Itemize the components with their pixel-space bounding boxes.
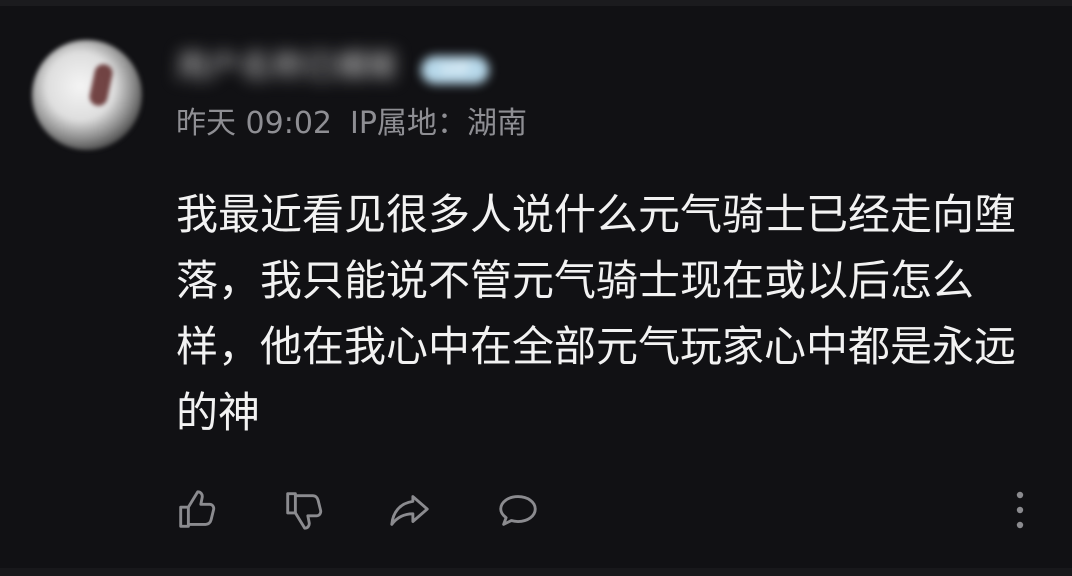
thumbs-up-icon	[179, 490, 216, 528]
comment-actions	[0, 486, 1072, 538]
bottom-divider	[0, 568, 1072, 576]
comment-timestamp: 昨天 09:02	[176, 106, 332, 141]
avatar-image-detail	[87, 62, 115, 108]
more-options-button[interactable]	[1006, 486, 1034, 534]
reply-button[interactable]	[494, 486, 542, 534]
user-avatar[interactable]	[32, 40, 142, 150]
dislike-button[interactable]	[280, 486, 328, 534]
share-icon	[390, 495, 429, 526]
share-button[interactable]	[386, 486, 434, 534]
comment-body: 我最近看见很多人说什么元气骑士已经走向堕落，我只能说不管元气骑士现在或以后怎么样…	[176, 190, 1017, 437]
ip-location: IP属地：湖南	[350, 106, 527, 141]
more-vertical-icon	[1016, 491, 1024, 529]
like-button[interactable]	[173, 486, 221, 534]
top-divider	[0, 0, 1072, 6]
comment-meta: 昨天 09:02 IP属地：湖南	[176, 104, 527, 144]
username[interactable]: 用户名称已模糊	[176, 46, 396, 86]
thumbs-down-icon	[286, 492, 323, 530]
user-badge: VIP	[421, 56, 489, 84]
comment-icon	[499, 495, 537, 526]
